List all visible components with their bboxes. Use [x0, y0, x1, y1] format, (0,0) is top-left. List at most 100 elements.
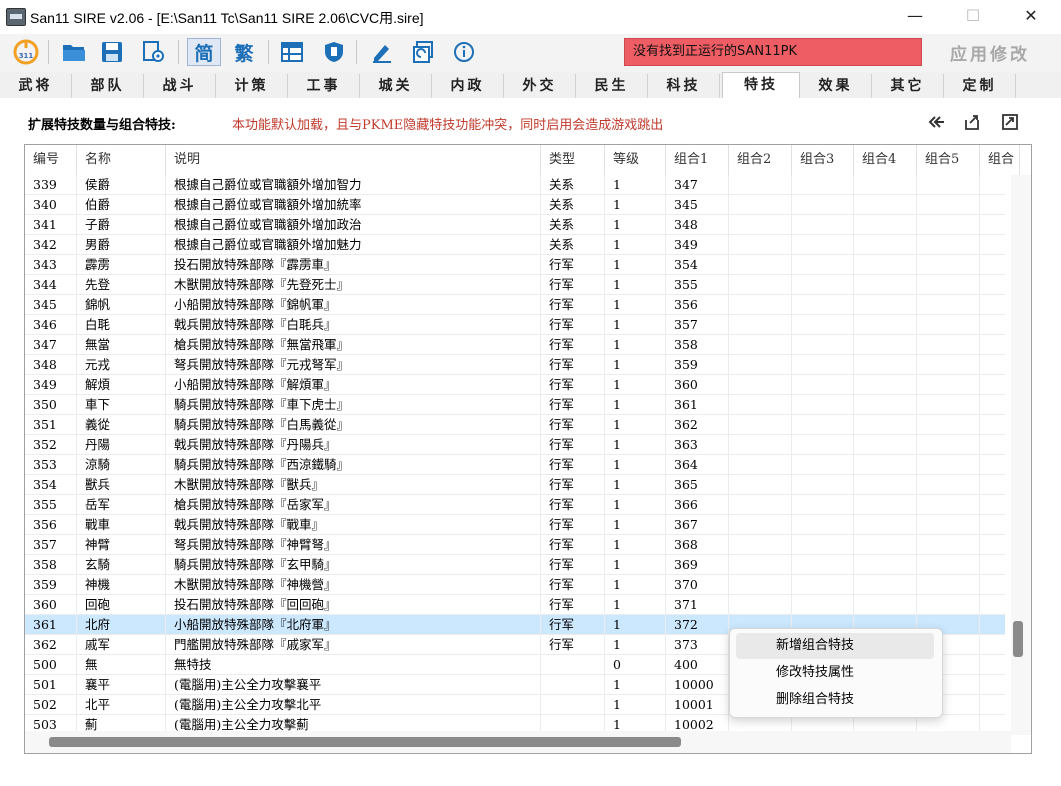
apply-changes-button[interactable]: 应用修改	[950, 40, 1030, 65]
cell-description[interactable]: 小船開放特殊部隊『錦帆軍』	[166, 295, 541, 315]
cell-type[interactable]: 行军	[541, 315, 605, 335]
cell-name[interactable]: 無當	[77, 335, 166, 355]
cell-level[interactable]: 1	[605, 175, 666, 195]
tab-teji[interactable]: 特技	[722, 72, 800, 99]
cell-combo4[interactable]	[854, 475, 917, 495]
cell-name[interactable]: 涼騎	[77, 455, 166, 475]
cell-combo4[interactable]	[854, 275, 917, 295]
cell-combo4[interactable]	[854, 375, 917, 395]
table-row[interactable]: 340 伯爵 根據自己爵位或官職額外增加統率 关系 1 345	[25, 195, 1020, 215]
export-icon[interactable]	[962, 112, 982, 132]
cell-combo2[interactable]	[729, 555, 792, 575]
cell-type[interactable]: 关系	[541, 195, 605, 215]
info-icon[interactable]	[450, 38, 478, 66]
settings-icon[interactable]	[140, 38, 168, 66]
cell-description[interactable]: 根據自己爵位或官職額外增加魅力	[166, 235, 541, 255]
cell-description[interactable]: 戟兵開放特殊部隊『丹陽兵』	[166, 435, 541, 455]
cell-type[interactable]: 行军	[541, 435, 605, 455]
cell-combo5[interactable]	[917, 575, 980, 595]
cell-combo3[interactable]	[792, 255, 854, 275]
cell-combo3[interactable]	[792, 195, 854, 215]
table-row[interactable]: 339 侯爵 根據自己爵位或官職額外增加智力 关系 1 347	[25, 175, 1020, 195]
table-row[interactable]: 342 男爵 根據自己爵位或官職額外增加魅力 关系 1 349	[25, 235, 1020, 255]
cell-level[interactable]: 1	[605, 215, 666, 235]
cell-level[interactable]: 1	[605, 635, 666, 655]
cell-combo1[interactable]: 368	[666, 535, 729, 555]
cell-level[interactable]: 1	[605, 255, 666, 275]
cell-level[interactable]: 1	[605, 575, 666, 595]
cell-combo5[interactable]	[917, 595, 980, 615]
cell-combo2[interactable]	[729, 395, 792, 415]
cell-combo1[interactable]: 361	[666, 395, 729, 415]
cell-name[interactable]: 岳军	[77, 495, 166, 515]
cell-level[interactable]: 1	[605, 455, 666, 475]
table-row[interactable]: 360 回砲 投石開放特殊部隊『回回砲』 行军 1 371	[25, 595, 1020, 615]
cell-combo2[interactable]	[729, 415, 792, 435]
column-header-combo6[interactable]: 组合	[980, 145, 1020, 175]
shield-icon[interactable]	[320, 38, 348, 66]
cell-level[interactable]: 0	[605, 655, 666, 675]
cell-combo2[interactable]	[729, 175, 792, 195]
cell-id[interactable]: 339	[25, 175, 77, 195]
cell-combo5[interactable]	[917, 275, 980, 295]
cell-type[interactable]: 行军	[541, 375, 605, 395]
cell-description[interactable]: (電腦用)主公全力攻擊襄平	[166, 675, 541, 695]
cell-combo1[interactable]: 345	[666, 195, 729, 215]
table-row[interactable]: 352 丹陽 戟兵開放特殊部隊『丹陽兵』 行军 1 363	[25, 435, 1020, 455]
cell-combo3[interactable]	[792, 175, 854, 195]
horizontal-scrollbar[interactable]	[25, 731, 1011, 753]
cell-id[interactable]: 351	[25, 415, 77, 435]
cell-combo1[interactable]: 367	[666, 515, 729, 535]
cell-combo4[interactable]	[854, 455, 917, 475]
cell-description[interactable]: 投石開放特殊部隊『回回砲』	[166, 595, 541, 615]
cell-description[interactable]: 無特技	[166, 655, 541, 675]
cell-description[interactable]: 木獸開放特殊部隊『神機營』	[166, 575, 541, 595]
cell-combo2[interactable]	[729, 355, 792, 375]
tab-minsheng[interactable]: 民生	[576, 74, 648, 98]
table-row[interactable]: 341 子爵 根據自己爵位或官職額外增加政治 关系 1 348	[25, 215, 1020, 235]
cell-combo4[interactable]	[854, 175, 917, 195]
tab-xiaoguo[interactable]: 效果	[800, 74, 872, 98]
cell-id[interactable]: 360	[25, 595, 77, 615]
column-header-name[interactable]: 名称	[77, 145, 166, 175]
table-row[interactable]: 350 車下 騎兵開放特殊部隊『車下虎士』 行军 1 361	[25, 395, 1020, 415]
cell-combo3[interactable]	[792, 535, 854, 555]
cell-combo4[interactable]	[854, 435, 917, 455]
cell-combo2[interactable]	[729, 475, 792, 495]
cell-combo1[interactable]: 356	[666, 295, 729, 315]
cell-id[interactable]: 355	[25, 495, 77, 515]
tab-wujiang[interactable]: 武将	[0, 74, 72, 98]
cell-combo3[interactable]	[792, 415, 854, 435]
table-row[interactable]: 351 義從 騎兵開放特殊部隊『白馬義從』 行军 1 362	[25, 415, 1020, 435]
tab-zhandou[interactable]: 战斗	[144, 74, 216, 98]
cell-id[interactable]: 350	[25, 395, 77, 415]
cell-level[interactable]: 1	[605, 695, 666, 715]
cell-level[interactable]: 1	[605, 355, 666, 375]
cell-combo5[interactable]	[917, 335, 980, 355]
cell-combo3[interactable]	[792, 495, 854, 515]
cell-combo5[interactable]	[917, 175, 980, 195]
cell-description[interactable]: 小船開放特殊部隊『北府軍』	[166, 615, 541, 635]
tab-chengguan[interactable]: 城关	[360, 74, 432, 98]
cell-name[interactable]: 元戎	[77, 355, 166, 375]
cell-type[interactable]: 行军	[541, 355, 605, 375]
cell-id[interactable]: 501	[25, 675, 77, 695]
cell-name[interactable]: 無	[77, 655, 166, 675]
cell-type[interactable]	[541, 695, 605, 715]
cell-combo1[interactable]: 400	[666, 655, 729, 675]
cell-combo4[interactable]	[854, 235, 917, 255]
cell-combo3[interactable]	[792, 475, 854, 495]
cell-combo1[interactable]: 369	[666, 555, 729, 575]
cell-combo5[interactable]	[917, 435, 980, 455]
cell-description[interactable]: 槍兵開放特殊部隊『岳家军』	[166, 495, 541, 515]
cell-id[interactable]: 502	[25, 695, 77, 715]
cell-type[interactable]: 行军	[541, 335, 605, 355]
cell-combo3[interactable]	[792, 235, 854, 255]
column-header-type[interactable]: 类型	[541, 145, 605, 175]
column-header-combo5[interactable]: 组合5	[917, 145, 980, 175]
cell-description[interactable]: 根據自己爵位或官職額外增加統率	[166, 195, 541, 215]
cell-type[interactable]: 关系	[541, 235, 605, 255]
tab-jice[interactable]: 计策	[216, 74, 288, 98]
cell-type[interactable]: 行军	[541, 535, 605, 555]
cell-combo1[interactable]: 354	[666, 255, 729, 275]
